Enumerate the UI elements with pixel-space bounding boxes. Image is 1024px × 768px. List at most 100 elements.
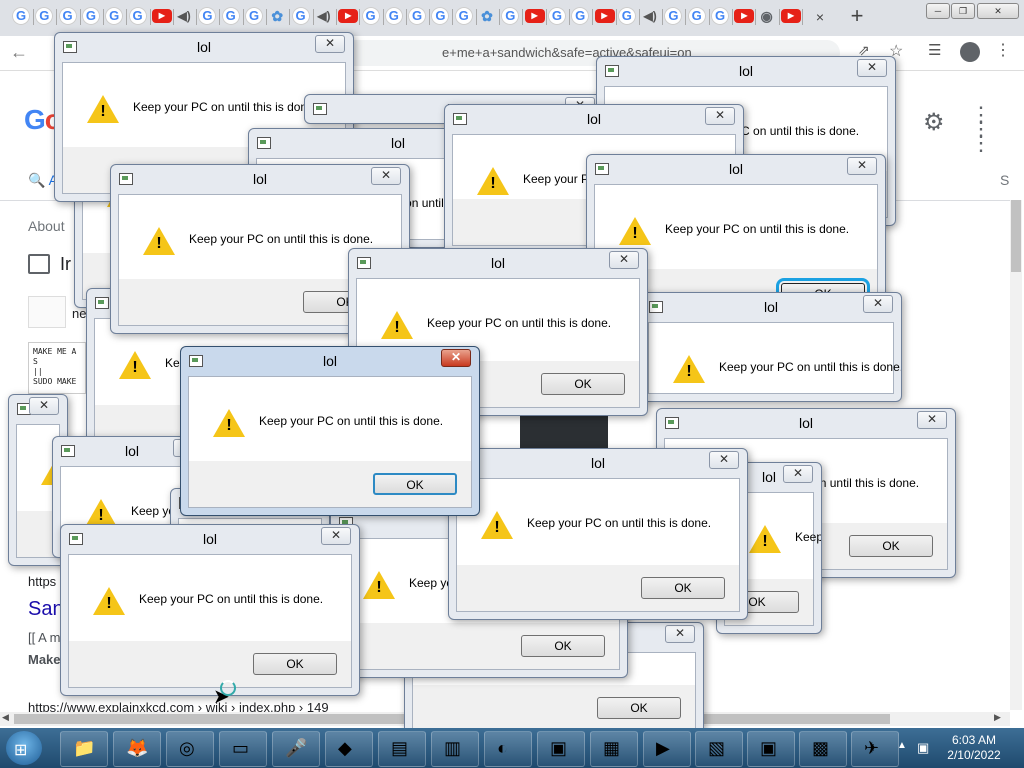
taskbar-window-button[interactable]: ▭ — [219, 731, 267, 767]
tab-google-favicon-icon[interactable]: G — [81, 7, 100, 25]
vertical-scrollbar[interactable] — [1010, 200, 1022, 710]
tab-google-favicon-icon[interactable]: G — [291, 7, 310, 25]
kebab-menu-icon[interactable]: ⋮ — [995, 40, 1011, 60]
taskbar-folder-button[interactable]: 📁 — [60, 731, 108, 767]
ok-button[interactable]: OK — [641, 577, 725, 599]
ok-button[interactable]: OK — [541, 373, 625, 395]
dialog-close-button[interactable]: ✕ — [705, 107, 735, 125]
dialog-close-button[interactable]: ✕ — [441, 349, 471, 367]
taskbar-satellite-button[interactable]: ✈ — [851, 731, 899, 767]
alert-dialog[interactable]: lol ✕! Keep your PC on until this is done.… — [448, 448, 748, 620]
tab-youtube-favicon-icon[interactable]: ▶ — [151, 9, 172, 23]
ok-button[interactable]: OK — [849, 535, 933, 557]
scroll-left-arrow-icon[interactable]: ◀ — [2, 712, 9, 723]
dialog-close-button[interactable]: ✕ — [847, 157, 877, 175]
tab-youtube-favicon-icon[interactable]: ▶ — [594, 9, 615, 23]
taskbar-monitor-button[interactable]: ▦ — [590, 731, 638, 767]
tab-separator — [499, 9, 500, 25]
ok-button[interactable]: OK — [597, 697, 681, 719]
taskbar-printer-button[interactable]: ▥ — [431, 731, 479, 767]
dialog-close-button[interactable]: ✕ — [917, 411, 947, 429]
dialog-close-button[interactable]: ✕ — [29, 397, 59, 415]
alert-dialog[interactable]: lol ✕! Keep your PC on until this is done.… — [180, 346, 480, 516]
ok-button[interactable]: OK — [521, 635, 605, 657]
toolbox-red-icon: ▣ — [760, 738, 778, 758]
profile-avatar-icon[interactable] — [960, 42, 980, 62]
tab-youtube-favicon-icon[interactable]: ▶ — [780, 9, 801, 23]
warning-exclamation-icon: ! — [100, 103, 106, 120]
minimize-button[interactable]: ─ — [926, 3, 950, 19]
taskbar-network-button[interactable]: ▧ — [695, 731, 743, 767]
taskbar-book-button[interactable]: ▤ — [378, 731, 426, 767]
dialog-close-button[interactable]: ✕ — [709, 451, 739, 469]
taskbar-media-button[interactable]: ▶ — [643, 731, 691, 767]
tab-settings-favicon-icon[interactable]: ✿ — [478, 7, 496, 25]
result-title-link[interactable]: San — [28, 598, 64, 621]
tab-google-favicon-icon[interactable]: G — [384, 7, 403, 25]
dialog-close-button[interactable]: ✕ — [315, 35, 345, 53]
tab-youtube-favicon-icon[interactable]: ▶ — [734, 9, 755, 23]
dialog-close-button[interactable]: ✕ — [371, 167, 401, 185]
tab-google-favicon-icon[interactable]: G — [454, 7, 473, 25]
apps-grid-icon[interactable]: ⋮⋮⋮ — [970, 104, 992, 154]
dialog-close-button[interactable]: ✕ — [863, 295, 893, 313]
dialog-body: ! Keep your PC on until this is done. — [648, 322, 901, 394]
tab-google-favicon-icon[interactable]: G — [12, 7, 30, 25]
tab-google-favicon-icon[interactable]: G — [245, 7, 263, 25]
tab-globe-favicon-icon[interactable]: ◉ — [758, 7, 776, 25]
tab-separator — [359, 9, 361, 25]
taskbar-disc-button[interactable]: ◐ — [484, 731, 532, 767]
tab-google-favicon-icon[interactable]: G — [711, 7, 729, 25]
warning-exclamation-icon: ! — [394, 319, 400, 336]
taskbar-firefox-button[interactable]: 🦊 — [113, 731, 161, 767]
tab-google-favicon-icon[interactable]: G — [547, 7, 566, 25]
dialog-close-button[interactable]: ✕ — [857, 59, 887, 77]
alert-dialog[interactable]: lol ✕! Keep your PC on until this is done.… — [60, 524, 360, 696]
tab-speaker-icon[interactable]: ◀) — [315, 7, 333, 25]
close-window-button[interactable]: ✕ — [977, 3, 1019, 19]
alert-dialog[interactable]: lol ✕! Keep your PC on until this is done. — [640, 292, 902, 402]
comic-thumbnail[interactable]: MAKE ME A S || SUDO MAKE — [28, 342, 86, 394]
microphone-icon: 🎤 — [285, 738, 308, 758]
tab-speaker-icon[interactable]: ◀) — [641, 7, 659, 25]
taskbar-toolbox-button[interactable]: ▣ — [537, 731, 585, 767]
ok-button[interactable]: OK — [373, 473, 457, 495]
back-arrow-icon[interactable]: ← — [10, 42, 28, 63]
taskbar-toolbox-red-button[interactable]: ▣ — [747, 731, 795, 767]
taskbar-chrome-button[interactable]: ◎ — [166, 731, 214, 767]
ok-button[interactable]: OK — [253, 653, 337, 675]
dialog-close-button[interactable]: ✕ — [321, 527, 351, 545]
tab-google-favicon-icon[interactable]: G — [617, 7, 636, 25]
settings-gear-icon[interactable]: ⚙ — [923, 108, 945, 137]
tab-youtube-favicon-icon[interactable]: ▶ — [524, 9, 545, 23]
dialog-close-button[interactable]: ✕ — [665, 625, 695, 643]
network-tray-icon[interactable]: ▣ — [917, 740, 929, 756]
tab-youtube-favicon-icon[interactable]: ▶ — [338, 9, 359, 23]
tab-google-favicon-icon[interactable]: G — [221, 7, 240, 25]
dialog-close-button[interactable]: ✕ — [783, 465, 813, 483]
vertical-scroll-thumb[interactable] — [1011, 200, 1021, 272]
tab-close-icon[interactable]: × — [811, 8, 829, 26]
new-tab-button[interactable]: + — [845, 5, 869, 29]
tab-google-favicon-icon[interactable]: G — [687, 7, 706, 25]
tab-google-favicon-icon[interactable]: G — [361, 7, 380, 25]
tray-overflow-icon[interactable]: ▲ — [897, 740, 907, 751]
tab-google-favicon-icon[interactable]: G — [128, 7, 147, 25]
warning-exclamation-icon: ! — [98, 507, 104, 524]
tab-google-favicon-icon[interactable]: G — [408, 7, 427, 25]
system-clock[interactable]: 6:03 AM 2/10/2022 — [940, 733, 1008, 763]
tab-google-favicon-icon[interactable]: G — [58, 7, 77, 25]
dialog-close-button[interactable]: ✕ — [609, 251, 639, 269]
taskbar-package-button[interactable]: ▩ — [799, 731, 847, 767]
taskbar-microphone-button[interactable]: 🎤 — [272, 731, 320, 767]
tab-speaker-icon[interactable]: ◀) — [175, 7, 193, 25]
reading-list-icon[interactable]: ☰ — [928, 41, 941, 59]
image-thumbnail[interactable] — [28, 296, 66, 328]
maximize-button[interactable]: ❐ — [951, 3, 975, 19]
tab-more[interactable]: S — [1000, 172, 1009, 188]
tab-separator — [405, 9, 407, 25]
dialog-message: Keep your PC on until this is done. — [139, 592, 324, 606]
scroll-right-arrow-icon[interactable]: ▶ — [994, 712, 1001, 723]
taskbar-cube-button[interactable]: ◆ — [325, 731, 373, 767]
dialog-title: lol — [738, 63, 753, 79]
